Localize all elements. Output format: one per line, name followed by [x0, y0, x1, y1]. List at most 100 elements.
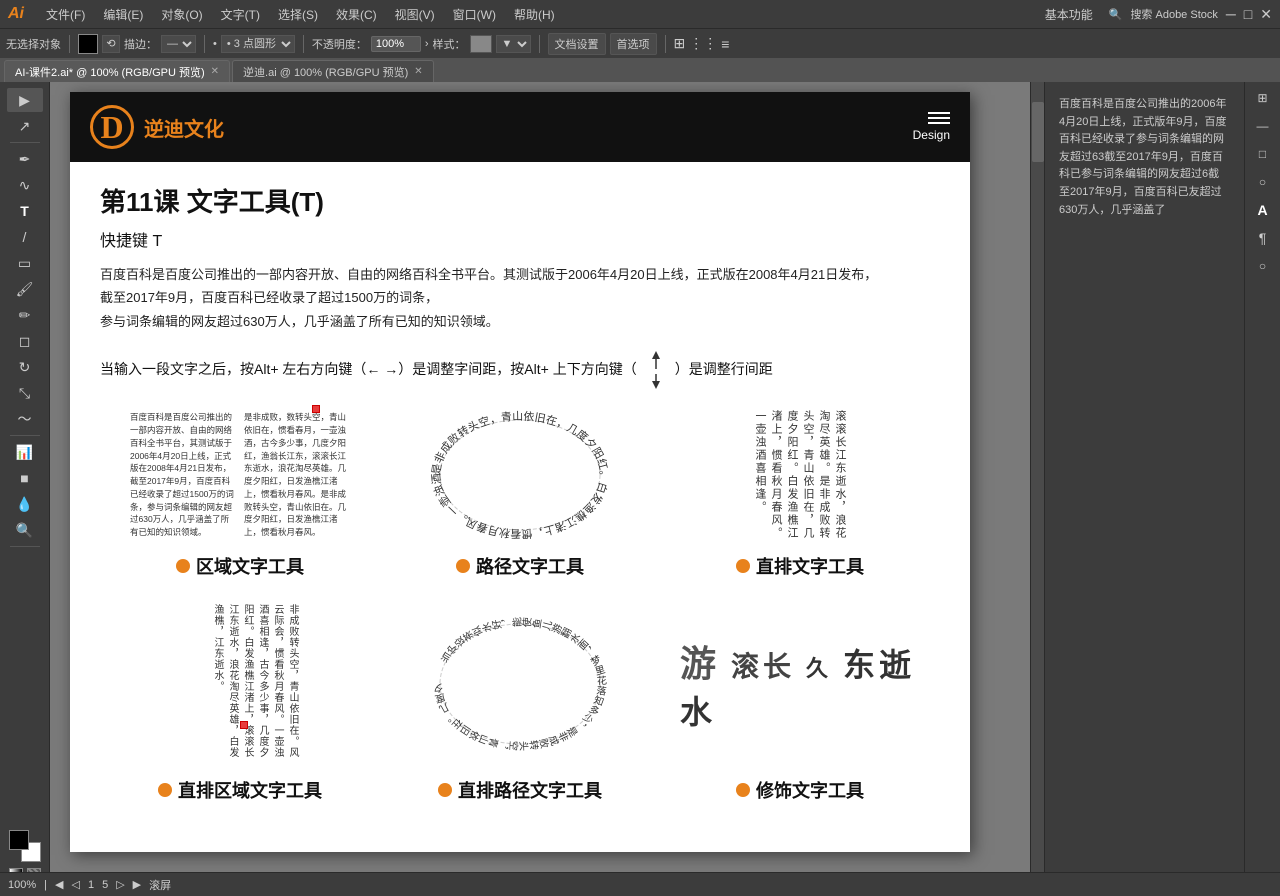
mini-btn-4[interactable]: ○ — [1249, 170, 1277, 194]
doc-header: D 逆迪文化 Design — [70, 92, 970, 162]
menu-icon[interactable]: ≡ — [721, 36, 729, 52]
rect-tool[interactable]: ▭ — [7, 251, 43, 275]
close-button[interactable]: ✕ — [1260, 6, 1272, 23]
menu-select[interactable]: 选择(S) — [270, 4, 326, 25]
svg-text:当炉设茶似水好，能使鱼儿游翻水面，梦里花落知多少，是非成败转: 当炉设茶似水好，能使鱼儿游翻水面，梦里花落知多少，是非成败转头空，青山依旧在。几… — [410, 602, 607, 751]
tools-grid-bottom: 非成败转头空，青山依旧在。风云际会，惯看秋月春风。一壶浊酒喜相逢，古今多少事，几… — [100, 599, 940, 803]
line-tool[interactable]: / — [7, 225, 43, 249]
mini-btn-7[interactable]: ○ — [1249, 254, 1277, 278]
v-scrollbar[interactable] — [1030, 82, 1044, 896]
blend-label: 描边： — [124, 36, 157, 52]
tools-grid: 百度百科是百度公司推出的一部内容开放、自由的网络百科全书平台，其测试版于2006… — [100, 405, 940, 579]
tab-1[interactable]: 逆迪.ai @ 100% (RGB/GPU 预览) ✕ — [232, 60, 434, 82]
blend-select[interactable]: — — [161, 35, 196, 53]
mini-btn-6[interactable]: ¶ — [1249, 226, 1277, 250]
stroke-color-swatch[interactable] — [78, 34, 98, 54]
page-total: 5 — [102, 879, 108, 891]
arrange-icon[interactable]: ⊞ — [674, 35, 686, 52]
extra-icon[interactable]: ⋮⋮ — [689, 35, 717, 52]
style-label: 样式： — [433, 36, 466, 52]
menu-view[interactable]: 视图(V) — [387, 4, 443, 25]
select-tool[interactable]: ▶ — [7, 88, 43, 112]
menu-text[interactable]: 文字(T) — [213, 4, 268, 25]
desc-line-1: 百度百科是百度公司推出的一部内容开放、自由的网络百科全书平台。其测试版于2006… — [100, 267, 877, 282]
vertical-text-content: 滚滚长江东逝水，浪花淘尽英雄。是非成败转头空，青山依旧在，几度夕阳红。白发渔樵江… — [752, 410, 848, 540]
right-text-area: 百度百科是百度公司推出的2006年4月20日上线，正式版年9月，百度百科已经收录… — [1045, 82, 1244, 896]
description-text: 百度百科是百度公司推出的一部内容开放、自由的网络百科全书平台。其测试版于2006… — [100, 263, 940, 333]
pen-tool[interactable]: ✒ — [7, 147, 43, 171]
style-swatch[interactable] — [470, 35, 492, 53]
mini-btn-2[interactable]: — — [1249, 114, 1277, 138]
doc-settings-btn[interactable]: 文档设置 — [548, 33, 606, 55]
warp-tool[interactable]: 〜 — [7, 407, 43, 431]
mini-btn-5[interactable]: A — [1249, 198, 1277, 222]
menu-effect[interactable]: 效果(C) — [328, 4, 385, 25]
prefs-btn[interactable]: 首选项 — [610, 33, 657, 55]
minimize-button[interactable]: ─ — [1226, 6, 1236, 22]
canvas-area[interactable]: D 逆迪文化 Design 第11课 文字工具(T) 快捷键 T — [50, 82, 1044, 896]
arrows-indicator — [641, 349, 671, 389]
vertical-path-label: 直排路径文字工具 — [438, 777, 602, 803]
v-area-label-text: 直排区域文字工具 — [178, 777, 322, 803]
point-type-select[interactable]: • 3 点圆形 — [221, 35, 295, 53]
tab-bar: AI-课件2.ai* @ 100% (RGB/GPU 预览) ✕ 逆迪.ai @… — [0, 58, 1280, 82]
paintbrush-tool[interactable]: 🖌 — [7, 277, 43, 301]
deco-label-text: 修饰文字工具 — [756, 777, 864, 803]
opacity-arrow[interactable]: › — [425, 38, 429, 50]
restore-button[interactable]: □ — [1244, 6, 1252, 22]
decoration-example: 游 滚长 久 东逝水 修饰文字工具 — [660, 599, 940, 803]
scale-tool[interactable]: ⤡ — [7, 381, 43, 405]
style-select[interactable]: ▼ — [496, 35, 531, 53]
hamburger-line-3 — [928, 122, 950, 124]
pencil-tool[interactable]: ✏ — [7, 303, 43, 327]
mini-btn-1[interactable]: ⊞ — [1249, 86, 1277, 110]
direct-select-tool[interactable]: ↗ — [7, 114, 43, 138]
gradient-tool[interactable]: ■ — [7, 466, 43, 490]
doc-logo-group: D 逆迪文化 — [90, 105, 224, 149]
search-stock[interactable]: 搜索 Adobe Stock — [1130, 6, 1217, 22]
vertical-area-anchor — [240, 721, 248, 729]
tab-0[interactable]: AI-课件2.ai* @ 100% (RGB/GPU 预览) ✕ — [4, 60, 230, 82]
vertical-dot — [736, 559, 750, 573]
color-squares[interactable] — [9, 830, 41, 862]
toolbar: 无选择对象 ⟲ 描边： — • • 3 点圆形 不透明度： › 样式： ▼ 文档… — [0, 28, 1280, 58]
text-anchor-dot — [312, 405, 320, 413]
next-page-btn-2[interactable]: ▶ — [133, 878, 141, 891]
stroke-type-btn[interactable]: ⟲ — [102, 35, 120, 53]
zoom-tool[interactable]: 🔍 — [7, 518, 43, 542]
foreground-color[interactable] — [9, 830, 29, 850]
curvature-tool[interactable]: ∿ — [7, 173, 43, 197]
vertical-path-example: 当炉设茶似水好，能使鱼儿游翻水面，梦里花落知多少，是非成败转头空，青山依旧在。几… — [380, 599, 660, 803]
area-col-1: 百度百科是百度公司推出的一部内容开放、自由的网络百科全书平台，其测试版于2006… — [130, 411, 236, 539]
menu-bar: Ai 文件(F) 编辑(E) 对象(O) 文字(T) 选择(S) 效果(C) 视… — [0, 0, 1280, 28]
right-mini-tools: ⊞ — □ ○ A ¶ ○ — [1244, 82, 1280, 896]
rotate-tool[interactable]: ↻ — [7, 355, 43, 379]
opacity-input[interactable] — [371, 36, 421, 52]
menu-help[interactable]: 帮助(H) — [506, 4, 563, 25]
workspace-mode[interactable]: 基本功能 — [1037, 4, 1101, 25]
menu-window[interactable]: 窗口(W) — [445, 4, 504, 25]
next-page-btn[interactable]: ▷ — [116, 878, 124, 891]
tab-0-label: AI-课件2.ai* @ 100% (RGB/GPU 预览) — [15, 64, 205, 80]
eraser-tool[interactable]: ◻ — [7, 329, 43, 353]
menu-object[interactable]: 对象(O) — [153, 4, 210, 25]
toolbar-sep-2 — [204, 35, 205, 53]
menu-file[interactable]: 文件(F) — [38, 4, 93, 25]
prev-page-btn-2[interactable]: ◁ — [71, 878, 79, 891]
status-info: 滚屏 — [149, 877, 171, 893]
text-tool[interactable]: T — [7, 199, 43, 223]
path-tool-label: 路径文字工具 — [456, 553, 584, 579]
eyedropper-tool[interactable]: 💧 — [7, 492, 43, 516]
tab-0-close[interactable]: ✕ — [211, 66, 219, 77]
page-number: 1 — [88, 879, 94, 891]
graph-tool[interactable]: 📊 — [7, 440, 43, 464]
prev-page-btn[interactable]: ◀ — [55, 878, 63, 891]
tab-1-close[interactable]: ✕ — [414, 66, 422, 77]
mini-btn-3[interactable]: □ — [1249, 142, 1277, 166]
menu-right: 基本功能 🔍 搜索 Adobe Stock ─ □ ✕ — [1037, 4, 1272, 25]
hamburger-icon[interactable] — [913, 112, 950, 124]
menu-edit[interactable]: 编辑(E) — [95, 4, 151, 25]
path-dot — [456, 559, 470, 573]
left-tools-panel: ▶ ↗ ✒ ∿ T / ▭ 🖌 ✏ ◻ ↻ ⤡ 〜 📊 ■ 💧 🔍 — [0, 82, 50, 896]
scroll-thumb[interactable] — [1032, 102, 1044, 162]
